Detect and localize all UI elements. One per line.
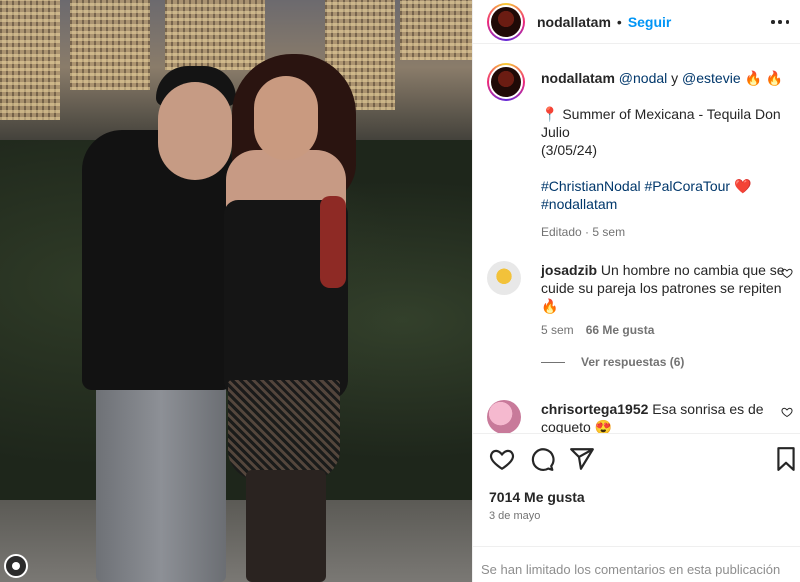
comment-time[interactable]: 5 sem [541,323,574,337]
replies-line [541,361,565,363]
meta-separator: · [585,225,590,239]
user-icon [12,562,20,570]
edited-time[interactable]: 5 sem [592,225,625,239]
share-icon[interactable] [569,446,595,472]
ground [0,500,472,582]
commenter-avatar[interactable] [487,261,521,295]
heart-icon[interactable] [781,406,793,418]
author-avatar[interactable] [487,2,525,41]
caption-username[interactable]: nodallatam [541,70,615,86]
building [70,0,150,90]
separator-dot: • [616,13,622,30]
fire-emoji: 🔥 [541,298,559,314]
likes-count[interactable]: 7014 Me gusta [489,489,585,505]
caption-line-2: (3/05/24) [541,142,598,158]
comment-username[interactable]: josadzib [541,262,597,278]
heart-icon[interactable] [489,446,515,472]
woman-face [254,76,318,160]
view-replies[interactable]: Ver respuestas (6) [541,355,684,369]
hashtag-link[interactable]: #ChristianNodal #PalCoraTour [541,178,730,194]
mention-link[interactable]: @estevie [682,70,741,86]
edited-label: Editado [541,225,582,239]
follow-button[interactable]: Seguir [628,14,672,30]
heart-icon[interactable] [781,267,793,279]
caption-line-1: Summer of Mexicana - Tequila Don Julio [541,106,781,140]
red-handbag [320,196,346,288]
caption-avatar[interactable] [487,63,525,101]
author-username[interactable]: nodallatam [537,14,611,30]
bookmark-icon[interactable] [773,446,799,472]
conjunction: y [671,70,679,86]
heart-eyes-emoji: 😍 [594,419,613,433]
building [0,0,60,120]
heart-emoji: ❤️ [734,178,752,194]
hashtag-link[interactable]: #nodallatam [541,195,793,213]
post-caption: nodallatam @nodal y @estevie 🔥 🔥 📍 Summe… [487,63,793,241]
comment-item: chrisortega1952 Esa sonrisa es de coquet… [487,400,793,433]
post-panel: nodallatam • Seguir nodallatam @nodal y … [472,0,800,582]
view-replies-label[interactable]: Ver respuestas (6) [581,355,684,369]
more-icon[interactable] [771,14,789,30]
tagged-users-icon[interactable] [4,554,28,578]
comment-username[interactable]: chrisortega1952 [541,401,648,417]
comments-scroll[interactable]: nodallatam @nodal y @estevie 🔥 🔥 📍 Summe… [473,45,800,433]
fire-emoji: 🔥 🔥 [744,70,784,86]
man-pants [96,360,226,582]
building [165,0,265,70]
woman-boots [246,470,326,582]
woman-skirt [228,380,340,480]
building [400,0,472,60]
pin-emoji: 📍 [541,106,559,122]
comments-limited-notice: Se han limitado los comentarios en esta … [473,546,800,582]
mention-link[interactable]: @nodal [619,70,667,86]
action-bar [473,433,800,485]
post-photo[interactable] [0,0,472,582]
comment-item: josadzib Un hombre no cambia que se cuid… [487,261,793,337]
man-head [158,82,232,180]
post-date[interactable]: 3 de mayo [489,510,540,522]
post-header: nodallatam • Seguir [473,0,800,44]
comment-icon[interactable] [529,446,555,472]
comment-likes[interactable]: 66 Me gusta [586,323,655,337]
commenter-avatar[interactable] [487,400,521,433]
